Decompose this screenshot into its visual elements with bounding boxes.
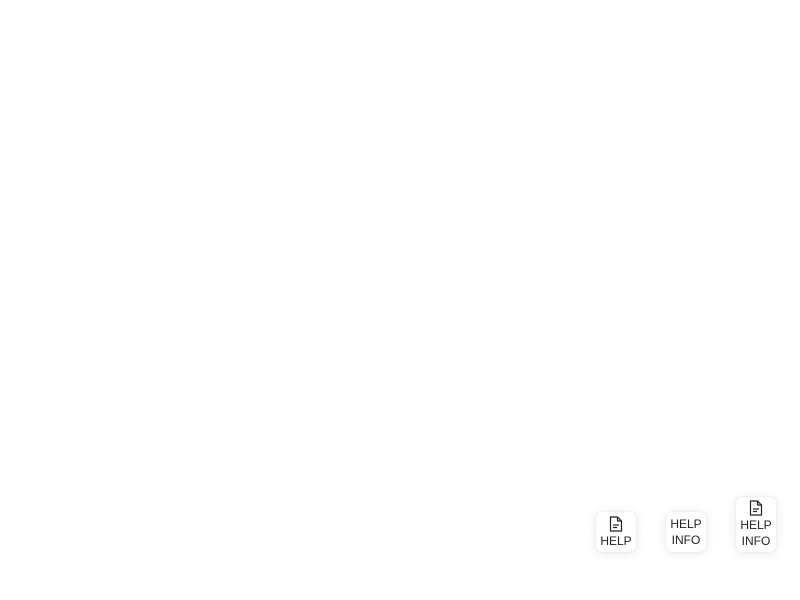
- help-info-button[interactable]: HELP INFO: [666, 512, 706, 552]
- help-label: HELP: [740, 518, 772, 532]
- info-label: INFO: [671, 533, 701, 547]
- help-info-icon-button[interactable]: HELP INFO: [736, 497, 776, 552]
- help-label: HELP: [600, 533, 632, 548]
- document-icon: [608, 515, 624, 532]
- page: HELP HELP INFO HELP INFO: [0, 0, 800, 600]
- document-icon: [748, 500, 764, 516]
- help-label: HELP: [670, 517, 702, 531]
- help-button[interactable]: HELP: [596, 512, 636, 552]
- info-label: INFO: [741, 534, 771, 548]
